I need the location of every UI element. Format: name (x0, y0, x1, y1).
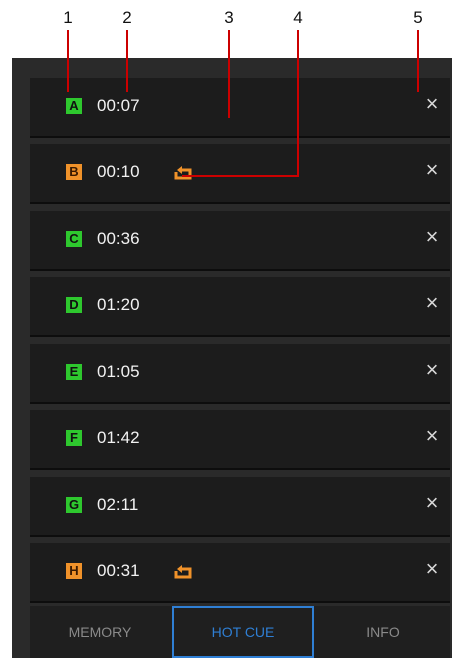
cue-row-h[interactable]: H 00:31 × (30, 543, 450, 603)
cue-time: 01:05 (97, 362, 140, 381)
callout-labels: 1 2 3 4 5 (0, 0, 465, 60)
tab-hot-cue[interactable]: HOT CUE (172, 606, 314, 658)
cue-time: 00:31 (97, 561, 140, 580)
delete-cue-icon[interactable]: × (420, 557, 444, 581)
loop-icon (174, 565, 192, 579)
cue-letter-badge: F (66, 430, 82, 446)
cue-row-b[interactable]: B 00:10 × (30, 144, 450, 204)
cue-letter-badge: G (66, 497, 82, 513)
cue-letter-badge: A (66, 98, 82, 114)
hot-cue-panel: A 00:07 × B 00:10 × C 00:36 × D 01:20 × … (12, 58, 452, 658)
cue-letter-badge: H (66, 563, 82, 579)
delete-cue-icon[interactable]: × (420, 358, 444, 382)
cue-letter-badge: C (66, 231, 82, 247)
cue-row-d[interactable]: D 01:20 × (30, 277, 450, 337)
cue-row-a[interactable]: A 00:07 × (30, 78, 450, 138)
delete-cue-icon[interactable]: × (420, 424, 444, 448)
cue-time: 01:42 (97, 428, 140, 447)
loop-icon (174, 166, 192, 180)
tab-memory[interactable]: MEMORY (30, 606, 170, 658)
cue-letter-badge: E (66, 364, 82, 380)
delete-cue-icon[interactable]: × (420, 92, 444, 116)
cue-row-c[interactable]: C 00:36 × (30, 211, 450, 271)
cue-letter-badge: B (66, 164, 82, 180)
callout-3: 3 (224, 8, 234, 27)
delete-cue-icon[interactable]: × (420, 491, 444, 515)
cue-time: 00:10 (97, 162, 140, 181)
cue-time: 00:07 (97, 96, 140, 115)
cue-row-e[interactable]: E 01:05 × (30, 344, 450, 404)
callout-4: 4 (293, 8, 303, 27)
callout-1: 1 (63, 8, 73, 27)
tab-info[interactable]: INFO (316, 606, 450, 658)
delete-cue-icon[interactable]: × (420, 158, 444, 182)
cue-time: 01:20 (97, 295, 140, 314)
cue-row-g[interactable]: G 02:11 × (30, 477, 450, 537)
cue-time: 00:36 (97, 229, 140, 248)
delete-cue-icon[interactable]: × (420, 291, 444, 315)
cue-letter-badge: D (66, 297, 82, 313)
tab-bar: MEMORY HOT CUE INFO (30, 606, 450, 658)
cue-time: 02:11 (97, 495, 139, 514)
callout-5: 5 (413, 8, 423, 27)
cue-row-f[interactable]: F 01:42 × (30, 410, 450, 470)
delete-cue-icon[interactable]: × (420, 225, 444, 249)
callout-2: 2 (122, 8, 132, 27)
